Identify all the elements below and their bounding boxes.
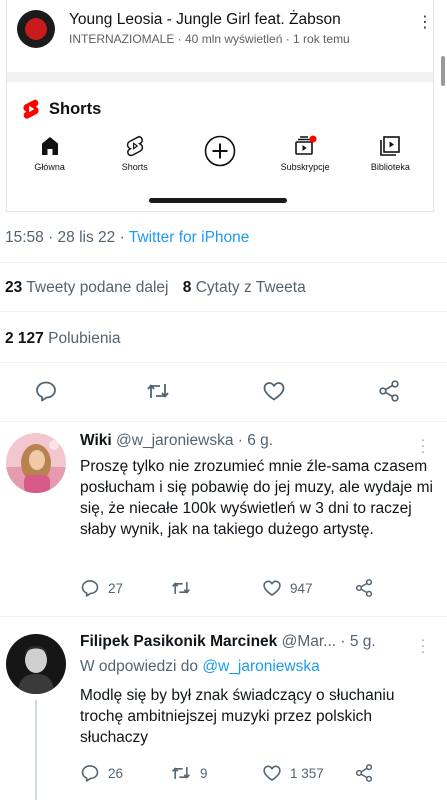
reply-author-handle[interactable]: @Mar... · 5 g. <box>282 633 376 650</box>
avatar-image <box>6 433 66 493</box>
reply-author-name[interactable]: Wiki <box>80 432 112 449</box>
like-count: 947 <box>290 580 313 596</box>
reply-header: Wiki @w_jaroniewska · 6 g. <box>80 432 273 450</box>
avatar-image <box>6 634 66 694</box>
retweet-icon <box>172 582 190 594</box>
divider <box>0 616 447 617</box>
tweet-timestamp: 15:58 · 28 lis 22 · Twitter for iPhone <box>5 229 249 247</box>
replying-to: W odpowiedzi do @w_jaroniewska <box>80 658 320 676</box>
shorts-header: Shorts <box>21 98 101 120</box>
library-icon <box>380 136 401 156</box>
share-button[interactable] <box>376 378 402 404</box>
reply-count: 26 <box>108 765 124 781</box>
nav-shorts[interactable]: Shorts <box>95 134 175 178</box>
divider <box>0 262 447 263</box>
reply-button[interactable] <box>33 378 59 404</box>
divider <box>0 311 447 312</box>
nav-library[interactable]: Biblioteka <box>350 134 430 178</box>
scrollbar-thumb[interactable] <box>441 56 445 86</box>
nav-label: Shorts <box>121 162 148 172</box>
quotes-count: 8 <box>182 279 192 296</box>
retweet-icon <box>172 767 190 779</box>
section-divider <box>7 72 433 82</box>
reply-action-bar: 26 9 1 357 <box>80 762 420 784</box>
likes-count: 2 127 <box>5 330 44 347</box>
replying-to-mention[interactable]: @w_jaroniewska <box>202 658 319 675</box>
share-button[interactable] <box>354 762 374 784</box>
retweet-icon <box>147 384 169 398</box>
nav-create[interactable] <box>180 134 260 178</box>
like-count: 1 357 <box>290 765 324 781</box>
tweet-action-bar <box>0 378 447 406</box>
heart-icon <box>263 765 281 781</box>
nav-label: Główna <box>34 162 65 172</box>
quotes-label: Cytaty z Tweeta <box>195 279 306 296</box>
divider <box>0 421 447 422</box>
reply-text: Modlę się by był znak świadczący o słuch… <box>80 687 395 746</box>
share-button[interactable] <box>354 577 374 599</box>
retweet-count: 9 <box>200 765 208 781</box>
retweets-label: Tweety podane dalej <box>26 279 169 296</box>
divider <box>0 362 447 363</box>
retweet-button[interactable] <box>170 577 200 599</box>
home-icon <box>41 137 58 155</box>
reply-button[interactable]: 26 <box>80 762 123 784</box>
reply-icon <box>81 580 99 597</box>
share-icon <box>379 380 399 402</box>
thread-connector-line <box>35 700 37 800</box>
quotes-stat[interactable]: 8 Cytaty z Tweeta <box>183 279 306 296</box>
reply-button[interactable]: 27 <box>80 577 123 599</box>
tweet-source-link[interactable]: Twitter for iPhone <box>129 229 250 246</box>
shorts-icon <box>126 135 143 157</box>
reply-icon <box>81 765 99 782</box>
youtube-bottom-nav: Główna Shorts Subskrypcje Biblioteka <box>7 134 433 178</box>
nav-home[interactable]: Główna <box>10 134 90 178</box>
tweet-engagement-row: 23 Tweety podane dalej 8 Cytaty z Tweeta <box>5 279 306 297</box>
reply-action-bar: 27 947 <box>80 577 420 599</box>
reply-icon <box>36 381 56 402</box>
share-icon <box>355 579 373 597</box>
video-row[interactable]: Young Leosia - Jungle Girl feat. Żabson … <box>17 10 433 54</box>
like-button[interactable] <box>261 378 287 404</box>
replying-prefix: W odpowiedzi do <box>80 658 203 675</box>
avatar[interactable] <box>6 433 66 493</box>
video-meta: INTERNAZIOMALE · 40 mln wyświetleń · 1 r… <box>69 32 350 46</box>
like-button[interactable]: 1 357 <box>262 762 324 784</box>
share-icon <box>355 764 373 782</box>
likes-label: Polubienia <box>48 330 121 347</box>
channel-avatar <box>17 10 55 48</box>
retweets-count: 23 <box>5 279 23 296</box>
reply-author-handle[interactable]: @w_jaroniewska · 6 g. <box>116 432 273 449</box>
reply-text: Proszę tylko nie zrozumieć mnie źle-sama… <box>80 458 433 538</box>
retweet-button[interactable]: 9 <box>170 762 208 784</box>
video-title: Young Leosia - Jungle Girl feat. Żabson <box>69 11 341 28</box>
more-options-icon[interactable]: · · · <box>418 632 428 658</box>
heart-icon <box>263 382 285 401</box>
more-options-icon[interactable]: · · · <box>418 432 428 458</box>
retweets-stat[interactable]: 23 Tweety podane dalej <box>5 279 168 296</box>
create-plus-icon <box>204 135 236 167</box>
gesture-bar <box>149 198 287 203</box>
heart-icon <box>263 580 281 596</box>
reply-author-name[interactable]: Filipek Pasikonik Marcinek <box>80 633 277 650</box>
like-button[interactable]: 947 <box>262 577 313 599</box>
nav-label: Subskrypcje <box>280 162 330 172</box>
nav-subscriptions[interactable]: Subskrypcje <box>265 134 345 178</box>
shorts-label: Shorts <box>49 99 102 118</box>
reply-count: 27 <box>108 580 124 596</box>
youtube-screenshot-card[interactable]: Young Leosia - Jungle Girl feat. Żabson … <box>6 0 434 212</box>
subscriptions-icon <box>295 135 317 155</box>
likes-stat[interactable]: 2 127 Polubienia <box>5 330 121 348</box>
shorts-logo-icon <box>23 99 39 119</box>
avatar[interactable] <box>6 634 66 694</box>
more-vertical-icon[interactable]: ⋮ <box>417 14 433 32</box>
retweet-button[interactable] <box>145 378 171 404</box>
timestamp-text: 15:58 · 28 lis 22 · <box>5 229 129 246</box>
reply-header: Filipek Pasikonik Marcinek @Mar... · 5 g… <box>80 633 376 651</box>
nav-label: Biblioteka <box>370 162 410 172</box>
